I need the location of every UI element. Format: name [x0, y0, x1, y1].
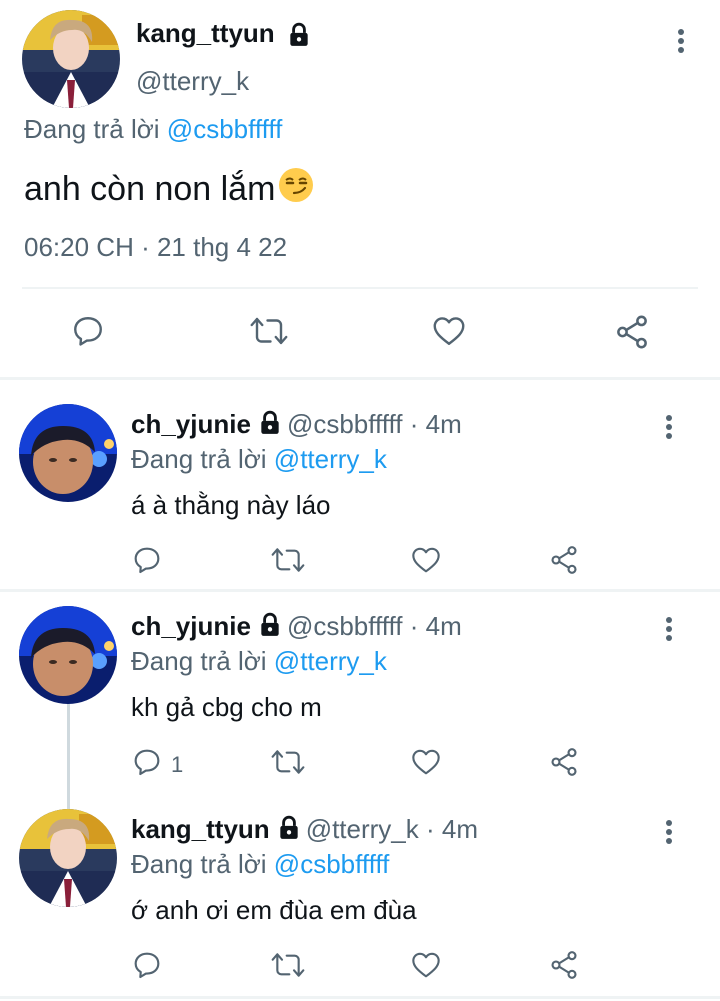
retweet-icon[interactable] — [270, 746, 306, 778]
replying-prefix: Đang trả lời — [131, 646, 267, 676]
more-icon[interactable] — [658, 616, 680, 642]
tweet-age[interactable]: 4m — [426, 409, 462, 439]
replying-to: Đang trả lời @csbbfffff — [24, 114, 282, 145]
lock-icon — [286, 22, 312, 48]
divider — [22, 287, 698, 289]
like-icon[interactable] — [409, 746, 443, 778]
mention-link[interactable]: @csbbfffff — [167, 114, 283, 144]
lock-icon — [257, 410, 283, 436]
display-name[interactable]: kang_ttyun — [131, 814, 270, 844]
tweet-header: kang_ttyun @tterry_k · 4m — [131, 814, 478, 845]
lock-icon — [276, 815, 302, 841]
section-divider — [0, 996, 720, 999]
main-tweet: kang_ttyun @tterry_k Đang trả lời @csbbf… — [0, 0, 720, 378]
display-name[interactable]: ch_yjunie — [131, 409, 251, 439]
retweet-icon[interactable] — [270, 544, 306, 576]
mention-link[interactable]: @csbbfffff — [274, 849, 390, 879]
retweet-icon[interactable] — [270, 949, 306, 981]
reply-button[interactable]: 1 — [131, 746, 183, 783]
handle[interactable]: @tterry_k — [136, 66, 249, 97]
handle[interactable]: @csbbfffff — [287, 409, 403, 439]
separator-dot: · — [409, 409, 419, 439]
reply-count: 1 — [171, 751, 184, 777]
replying-to: Đang trả lời @tterry_k — [131, 646, 387, 677]
reply-icon[interactable] — [70, 313, 106, 354]
avatar[interactable] — [19, 809, 117, 907]
tweet-text-content: anh còn non lắm — [24, 170, 276, 208]
more-icon[interactable] — [658, 819, 680, 845]
thread-connector — [67, 704, 70, 812]
timestamp[interactable]: 06:20 CH · 21 thg 4 22 — [24, 232, 287, 263]
replying-to: Đang trả lời @tterry_k — [131, 444, 387, 475]
avatar[interactable] — [19, 404, 117, 502]
reply-icon — [131, 746, 163, 783]
like-icon[interactable] — [430, 313, 468, 354]
replying-prefix: Đang trả lời — [131, 849, 267, 879]
replying-prefix: Đang trả lời — [131, 444, 267, 474]
reply-icon — [131, 949, 163, 986]
like-icon[interactable] — [409, 544, 443, 576]
tweet-text: ớ anh ơi em đùa em đùa — [131, 895, 417, 925]
separator-dot: · — [409, 611, 419, 641]
replying-prefix: Đang trả lời — [24, 114, 160, 144]
handle[interactable]: @csbbfffff — [287, 611, 403, 641]
tweet-text: á à thằng này láo — [131, 490, 331, 520]
reply-button[interactable] — [131, 544, 171, 581]
mention-link[interactable]: @tterry_k — [274, 444, 387, 474]
like-icon[interactable] — [409, 949, 443, 981]
tweet-age[interactable]: 4m — [442, 814, 478, 844]
tweet-header: ch_yjunie @csbbfffff · 4m — [131, 409, 462, 440]
smirk-emoji-icon — [277, 166, 315, 213]
tweet-age[interactable]: 4m — [426, 611, 462, 641]
share-icon[interactable] — [548, 949, 580, 981]
more-icon[interactable] — [658, 414, 680, 440]
display-name[interactable]: ch_yjunie — [131, 611, 251, 641]
section-divider — [0, 377, 720, 380]
separator-dot: · — [426, 814, 435, 844]
handle[interactable]: @tterry_k — [306, 814, 419, 844]
share-icon[interactable] — [548, 544, 580, 576]
section-divider — [0, 589, 720, 592]
display-name[interactable]: kang_ttyun — [136, 18, 275, 49]
retweet-icon[interactable] — [249, 313, 289, 354]
reply-button[interactable] — [131, 949, 171, 986]
tweet-text: anh còn non lắm — [24, 166, 315, 213]
more-icon[interactable] — [670, 28, 692, 54]
mention-link[interactable]: @tterry_k — [274, 646, 387, 676]
share-icon[interactable] — [613, 313, 651, 356]
reply-icon — [131, 544, 163, 581]
avatar[interactable] — [22, 10, 120, 108]
lock-icon — [257, 612, 283, 638]
tweet-header: ch_yjunie @csbbfffff · 4m — [131, 611, 462, 642]
avatar[interactable] — [19, 606, 117, 704]
share-icon[interactable] — [548, 746, 580, 778]
replying-to: Đang trả lời @csbbfffff — [131, 849, 389, 880]
tweet-text: kh gả cbg cho m — [131, 692, 322, 722]
